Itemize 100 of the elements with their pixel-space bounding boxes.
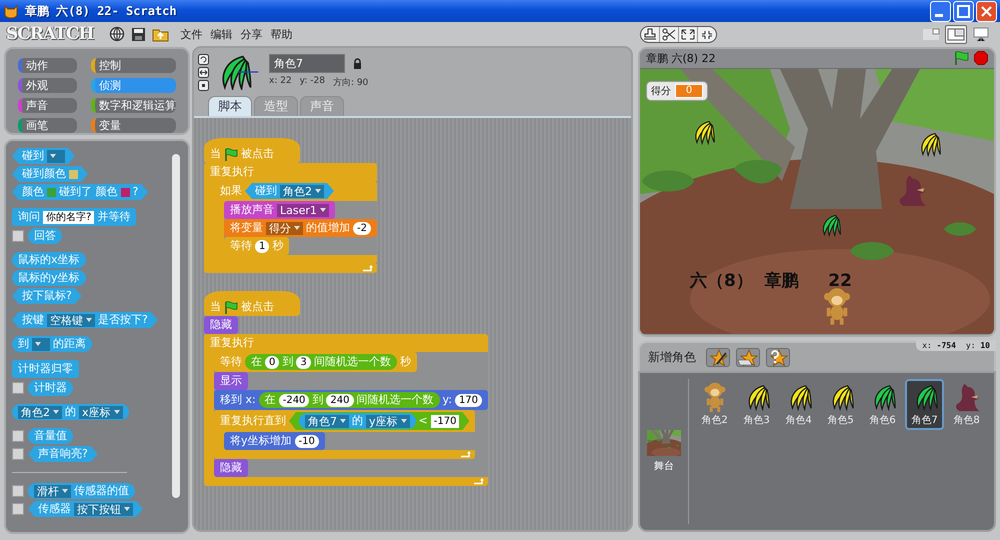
checkbox[interactable] (12, 382, 24, 394)
dropdown-menu[interactable] (47, 150, 65, 162)
boolean-block[interactable]: 按下鼠标? (12, 288, 82, 304)
text-input[interactable]: -170 (430, 414, 460, 428)
random-sprite-button[interactable] (766, 348, 790, 366)
save-icon[interactable] (131, 26, 146, 42)
number-input[interactable]: -2 (353, 222, 371, 234)
close-button[interactable] (976, 0, 997, 22)
maximize-button[interactable] (953, 0, 974, 22)
command-block[interactable]: 隐藏 (204, 316, 238, 334)
dropdown-menu[interactable]: 角色7 (305, 414, 349, 428)
grow-icon[interactable] (679, 26, 698, 42)
reporter-block[interactable]: 计时器 (28, 380, 73, 396)
scrollbar[interactable] (172, 154, 180, 498)
category-button[interactable]: 数字和逻辑运算 (91, 98, 176, 113)
reporter-block[interactable]: 滑杆 传感器的值 (28, 483, 135, 499)
menu-item[interactable]: 文件 (179, 24, 204, 44)
number-input[interactable]: -10 (294, 434, 319, 448)
reporter-block[interactable]: 角色7 的 y座标 (299, 413, 416, 429)
color-swatch[interactable] (120, 188, 130, 196)
sprite-tile[interactable]: 角色8 (947, 379, 986, 430)
number-input[interactable]: 0 (265, 356, 280, 368)
command-block[interactable]: 计时器归零 (12, 360, 79, 378)
category-button[interactable]: 变量 (91, 118, 176, 133)
color-swatch[interactable] (47, 188, 56, 196)
c-block[interactable]: 重复执行直到 角色7 的 y座标 < -170 将y坐标增加 -10 (214, 410, 476, 459)
checkbox[interactable] (12, 485, 24, 497)
checkbox[interactable] (12, 448, 24, 460)
dropdown-menu[interactable] (32, 338, 50, 350)
file-sprite-button[interactable] (736, 348, 760, 366)
scissors-icon[interactable] (660, 26, 679, 42)
reporter-block[interactable]: 在 -240 到 240 间随机选一个数 (258, 392, 440, 408)
boolean-block[interactable]: 传感器 按下按钮 (28, 501, 143, 517)
dropdown-menu[interactable]: y座标 (366, 414, 410, 428)
sprite-name-field[interactable]: 角色7 (269, 54, 345, 73)
boolean-block[interactable]: 颜色 碰到了 颜色 ? (12, 184, 148, 200)
c-block[interactable]: 重复执行 等待 在 0 到 3 间随机选一个数 秒 显示 移到 x: 在 -240 到 240 间随机选一个数 y: 170 重复执行直到 角色7 的 y座标 < -170 将y坐标增加 -10 隐藏 (204, 334, 488, 486)
checkbox[interactable] (12, 503, 24, 515)
normal-stage-icon[interactable] (945, 24, 967, 44)
reporter-block[interactable]: 音量值 (28, 428, 73, 444)
tab[interactable]: 脚本 (208, 96, 252, 116)
command-block[interactable]: 等待 在 0 到 3 间随机选一个数 秒 (214, 352, 417, 372)
command-block[interactable]: 等待 1 秒 (224, 237, 290, 255)
command-block[interactable]: 将变量 得分 的值增加 -2 (224, 219, 377, 237)
command-block[interactable]: 将y坐标增加 -10 (224, 432, 325, 450)
menu-item[interactable]: 编辑 (209, 24, 234, 44)
number-input[interactable]: 3 (296, 356, 311, 368)
menu-item[interactable]: 分享 (239, 24, 264, 44)
dropdown-menu[interactable]: 得分 (266, 222, 303, 234)
boolean-block[interactable]: 碰到颜色 (12, 166, 88, 182)
checkbox[interactable] (12, 230, 24, 242)
number-input[interactable]: -240 (278, 394, 310, 406)
category-button[interactable]: 声音 (18, 98, 77, 113)
stamp-icon[interactable] (641, 26, 660, 42)
reporter-block[interactable]: 到 的距离 (12, 336, 92, 352)
command-block[interactable]: 隐藏 (214, 459, 248, 477)
boolean-block[interactable]: 碰到 角色2 (245, 183, 334, 199)
lock-icon[interactable] (353, 58, 362, 69)
c-block[interactable]: 重复执行 如果 碰到 角色2 播放声音 Laser1 将变量 得分 的值增加 -2 等待 1 秒 (204, 163, 377, 273)
boolean-block[interactable]: 碰到 (12, 148, 75, 164)
sprite-tile[interactable]: 角色5 (821, 379, 860, 430)
category-button[interactable]: 动作 (18, 58, 77, 73)
command-block[interactable]: 询问 你的名字? 并等待 (12, 208, 136, 226)
sprite-tile[interactable]: 角色2 (695, 379, 734, 430)
boolean-block[interactable]: 角色7 的 y座标 < -170 (289, 412, 470, 430)
reporter-block[interactable]: 角色2 的 x座标 (12, 404, 129, 420)
dropdown-menu[interactable]: 角色2 (18, 406, 62, 418)
text-input[interactable]: 你的名字? (43, 210, 94, 224)
number-input[interactable]: 240 (326, 394, 354, 406)
boolean-block[interactable]: 按键 空格键 是否按下? (12, 312, 158, 328)
c-block[interactable]: 如果 碰到 角色2 播放声音 Laser1 将变量 得分 的值增加 -2 等待 1 秒 (214, 181, 377, 264)
boolean-block[interactable]: 声音响亮? (28, 446, 98, 462)
stage-thumbnail[interactable]: 舞台 (644, 379, 689, 524)
dropdown-menu[interactable]: 角色2 (280, 184, 324, 198)
checkbox[interactable] (12, 430, 24, 442)
command-block[interactable]: 移到 x: 在 -240 到 240 间随机选一个数 y: 170 (214, 390, 488, 410)
dropdown-menu[interactable]: x座标 (79, 406, 123, 418)
number-input[interactable]: 1 (255, 240, 270, 252)
dropdown-menu[interactable]: 滑杆 (34, 484, 71, 498)
command-block[interactable]: 播放声音 Laser1 (224, 201, 335, 219)
reporter-block[interactable]: 鼠标的y坐标 (12, 270, 86, 286)
category-button[interactable]: 外观 (18, 78, 77, 93)
flip-icon[interactable] (198, 67, 209, 78)
dropdown-menu[interactable]: 按下按钮 (74, 502, 133, 516)
color-swatch[interactable] (69, 170, 78, 178)
flag-icon[interactable] (954, 51, 969, 66)
command-block[interactable]: 显示 (214, 372, 248, 390)
stop-icon[interactable] (974, 51, 988, 66)
category-button[interactable]: 侦测 (91, 78, 176, 93)
sprite-tile[interactable]: 角色4 (779, 379, 818, 430)
dropdown-menu[interactable]: Laser1 (277, 204, 329, 216)
reporter-block[interactable]: 鼠标的x坐标 (12, 252, 86, 268)
sprite-tile[interactable]: 角色6 (863, 379, 902, 430)
number-input[interactable]: 170 (454, 394, 482, 406)
globe-icon[interactable] (109, 26, 126, 42)
category-button[interactable]: 控制 (91, 58, 176, 73)
sprite-tile[interactable]: 角色7 (905, 379, 944, 430)
reporter-block[interactable]: 在 0 到 3 间随机选一个数 (245, 354, 397, 370)
rotate-icon[interactable] (198, 54, 209, 65)
menu-item[interactable]: 帮助 (269, 24, 294, 44)
